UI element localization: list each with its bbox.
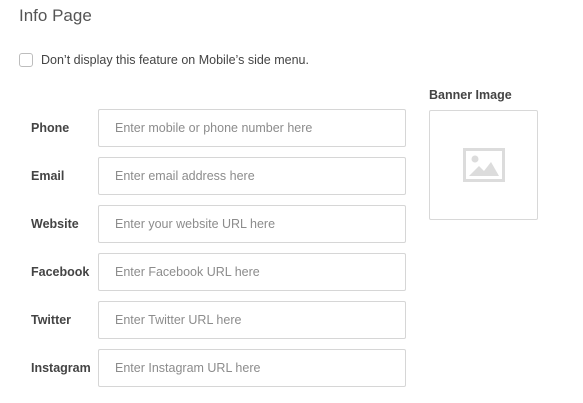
phone-input[interactable] [98,109,406,147]
phone-label: Phone [31,121,70,135]
hide-on-mobile-checkbox[interactable] [19,53,33,67]
banner-image-upload[interactable] [429,110,538,220]
info-page: Info Page Don’t display this feature on … [0,0,583,403]
email-row: Email [31,157,407,195]
instagram-input[interactable] [98,349,406,387]
twitter-label: Twitter [31,313,72,327]
website-input[interactable] [98,205,406,243]
instagram-label: Instagram [31,361,91,375]
instagram-row: Instagram [31,349,407,387]
page-title: Info Page [19,6,92,25]
website-label: Website [31,217,79,231]
banner-image-label: Banner Image [429,88,512,102]
hide-on-mobile-label: Don’t display this feature on Mobile’s s… [41,53,309,67]
website-row: Website [31,205,407,243]
email-label: Email [31,169,65,183]
image-placeholder-icon [462,148,505,182]
facebook-input[interactable] [98,253,406,291]
twitter-input[interactable] [98,301,406,339]
twitter-row: Twitter [31,301,407,339]
mobile-menu-option[interactable]: Don’t display this feature on Mobile’s s… [19,53,309,67]
facebook-label: Facebook [31,265,90,279]
banner-image-section: Banner Image [429,88,538,220]
phone-row: Phone [31,109,407,147]
contact-form: Phone Email Website Facebook Twitter Ins… [31,109,407,397]
email-input[interactable] [98,157,406,195]
facebook-row: Facebook [31,253,407,291]
